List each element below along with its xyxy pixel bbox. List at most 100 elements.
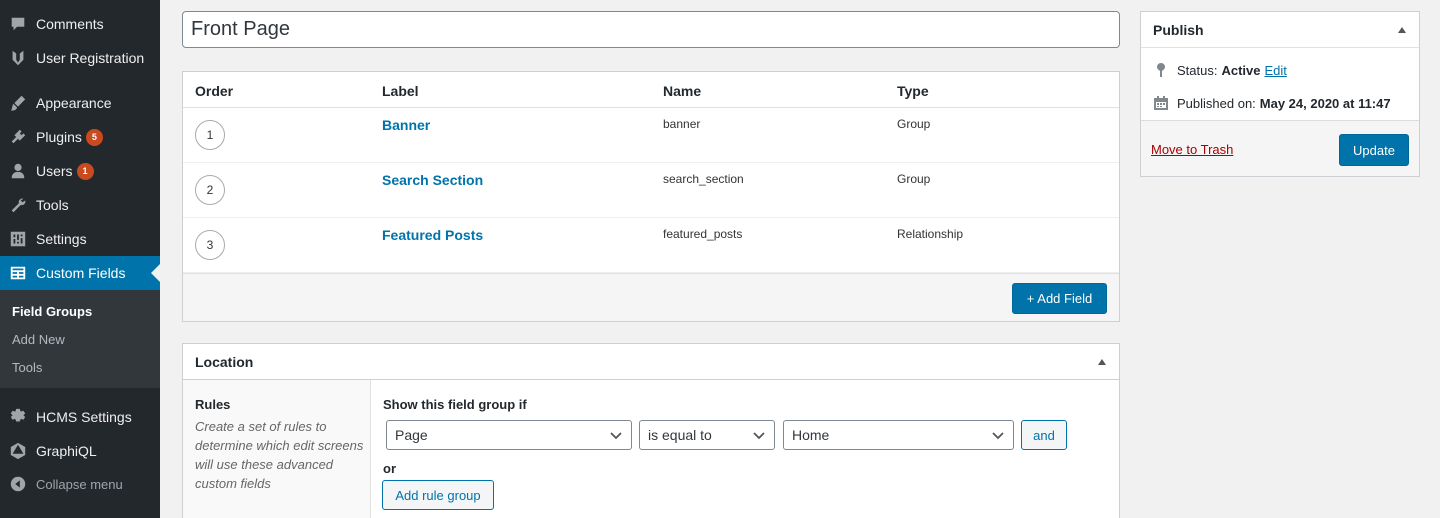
publish-date-row: Published on: May 24, 2020 at 11:47 [1153,95,1391,111]
rules-sidebar: Rules Create a set of rules to determine… [183,380,371,518]
field-label-link[interactable]: Banner [382,117,430,133]
fields-table-footer: + Add Field [183,273,1119,321]
table-row[interactable]: 1 Banner banner Group [183,108,1119,163]
field-name: banner [663,117,701,131]
rules-description: Create a set of rules to determine which… [195,419,364,491]
location-box-header[interactable]: Location [183,344,1119,380]
user-registration-icon [0,49,36,67]
users-icon [0,162,36,180]
sidebar-item-label: HCMS Settings [36,409,132,425]
or-label: or [383,461,396,476]
field-name: search_section [663,172,744,186]
field-type: Group [897,117,931,131]
move-to-trash-link[interactable]: Move to Trash [1151,142,1233,157]
publish-title: Publish [1153,22,1204,38]
submenu-tools[interactable]: Tools [12,360,42,375]
gear-icon [0,408,36,426]
settings-icon [0,230,36,248]
field-type: Group [897,172,931,186]
comment-icon [0,15,36,33]
fields-table-header: Order Label Name Type [183,72,1119,108]
field-group-title-input[interactable]: Front Page [182,11,1120,48]
chevron-down-icon [992,432,1004,440]
field-order-handle[interactable]: 1 [195,120,225,150]
paintbrush-icon [0,94,36,112]
sidebar-item-users[interactable]: Users 1 [0,154,160,188]
location-box: Location Rules Create a set of rules to … [182,343,1120,518]
sidebar-item-label: Comments [36,16,104,32]
sidebar-item-label: User Registration [36,50,145,66]
published-value: May 24, 2020 at 11:47 [1259,95,1391,111]
column-header-label: Label [382,83,419,99]
publish-box: Publish Status: Active Edit Published on… [1140,11,1420,177]
sidebar-item-label: Plugins [36,129,82,145]
chevron-down-icon [610,432,622,440]
publish-box-header[interactable]: Publish [1141,12,1419,48]
collapse-arrow-icon[interactable] [1398,27,1406,33]
plugin-icon [0,128,36,146]
sidebar-item-plugins[interactable]: Plugins 5 [0,120,160,154]
wrench-icon [0,196,36,214]
plugins-count-badge: 5 [85,128,103,146]
sidebar-item-label: Tools [36,197,69,213]
field-order-handle[interactable]: 2 [195,175,225,205]
rule-value-value: Home [792,427,830,443]
field-label-link[interactable]: Featured Posts [382,227,483,243]
rule-operator-select[interactable]: is equal to [639,420,775,450]
sidebar-item-settings[interactable]: Settings [0,222,160,256]
field-name: featured_posts [663,227,743,241]
sidebar-item-label: Settings [36,231,87,247]
pin-icon [1157,63,1165,77]
and-rule-button[interactable]: and [1021,420,1067,450]
collapse-arrow-icon[interactable] [1098,359,1106,365]
location-title: Location [195,354,254,370]
rule-param-select[interactable]: Page [386,420,632,450]
update-button[interactable]: Update [1339,134,1409,166]
sidebar-item-label: Appearance [36,95,112,111]
sidebar-item-label: Users [36,163,73,179]
published-label: Published on: [1177,95,1256,111]
publish-actions: Move to Trash Update [1141,120,1419,176]
collapse-icon [0,475,36,493]
custom-fields-icon [0,264,36,282]
sidebar-item-appearance[interactable]: Appearance [0,86,160,120]
custom-fields-submenu: Field Groups Add New Tools [0,290,160,388]
column-header-order: Order [195,83,234,99]
sidebar-item-label: Collapse menu [36,476,123,492]
show-if-label: Show this field group if [383,397,527,412]
field-type: Relationship [897,227,964,241]
sidebar-item-hcms-settings[interactable]: HCMS Settings [0,400,160,434]
publish-status-row: Status: Active Edit [1153,62,1287,78]
add-field-button[interactable]: + Add Field [1012,283,1107,314]
table-row[interactable]: 2 Search Section search_section Group [183,163,1119,218]
sidebar-item-label: GraphiQL [36,443,97,459]
edit-status-link[interactable]: Edit [1265,63,1287,78]
add-rule-group-button[interactable]: Add rule group [382,480,494,510]
graphql-icon [0,442,36,460]
table-row[interactable]: 3 Featured Posts featured_posts Relation… [183,218,1119,273]
rules-label: Rules [195,397,231,412]
submenu-field-groups[interactable]: Field Groups [12,304,92,319]
sidebar-item-custom-fields[interactable]: Custom Fields [0,256,160,290]
calendar-icon [1154,96,1168,110]
sidebar-collapse-menu[interactable]: Collapse menu [0,467,160,501]
status-value: Active [1221,62,1261,78]
chevron-down-icon [753,432,765,440]
sidebar-item-user-registration[interactable]: User Registration [0,41,160,75]
rule-operator-value: is equal to [648,427,712,443]
admin-sidebar: Comments User Registration Appearance Pl… [0,0,160,518]
fields-table: Order Label Name Type 1 Banner banner Gr… [182,71,1120,322]
status-label: Status: [1177,62,1218,78]
users-count-badge: 1 [76,162,94,180]
sidebar-item-graphiql[interactable]: GraphiQL [0,434,160,468]
column-header-name: Name [663,83,702,99]
rule-value-select[interactable]: Home [783,420,1014,450]
sidebar-item-tools[interactable]: Tools [0,188,160,222]
field-label-link[interactable]: Search Section [382,172,483,188]
submenu-add-new[interactable]: Add New [12,332,65,347]
sidebar-item-comments[interactable]: Comments [0,7,160,41]
rule-param-value: Page [395,427,428,443]
sidebar-item-label: Custom Fields [36,265,126,281]
field-order-handle[interactable]: 3 [195,230,225,260]
column-header-type: Type [897,83,929,99]
